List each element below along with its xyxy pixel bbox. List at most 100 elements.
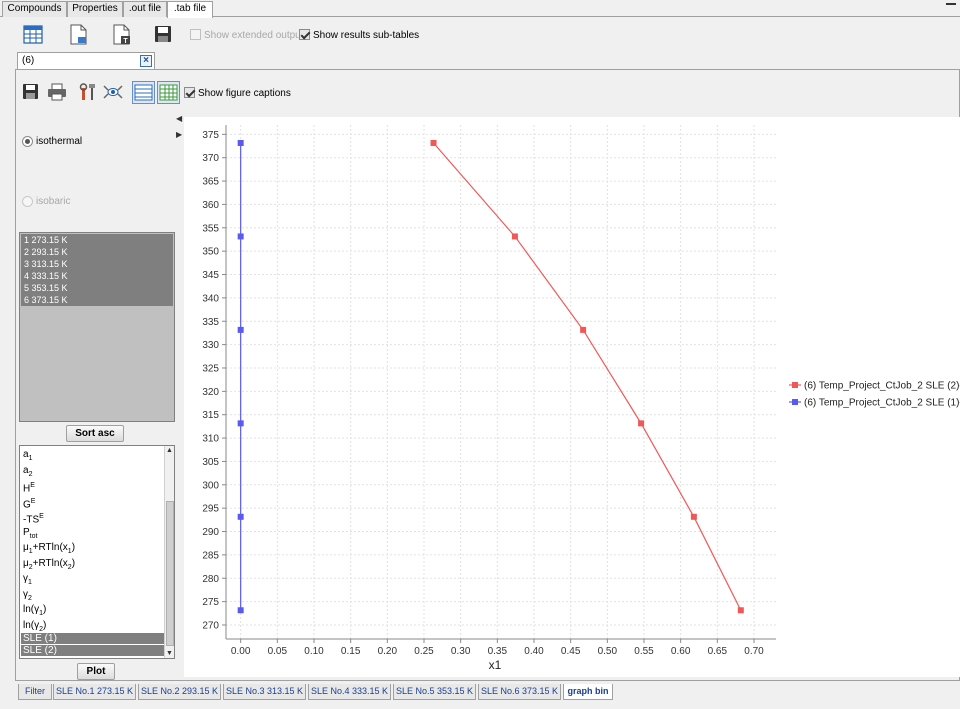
x-tick-label: 0.50 xyxy=(598,646,618,657)
x-tick-label: 0.10 xyxy=(304,646,324,657)
x-tick-label: 0.00 xyxy=(231,646,251,657)
document-text-icon[interactable]: T xyxy=(110,23,134,47)
temperature-list[interactable]: 1 273.15 K2 293.15 K3 313.15 K4 333.15 K… xyxy=(19,232,175,422)
series-point xyxy=(430,139,437,146)
isothermal-radio[interactable] xyxy=(22,136,33,147)
scrollbar-thumb[interactable] xyxy=(166,501,174,646)
property-item[interactable]: GE xyxy=(21,494,164,510)
x-tick-label: 0.55 xyxy=(634,646,654,657)
property-item[interactable]: a1 xyxy=(21,447,164,463)
property-item[interactable]: γ2 xyxy=(21,587,164,603)
sort-asc-button[interactable]: Sort asc xyxy=(66,425,124,442)
y-tick-label: 325 xyxy=(202,363,219,374)
document-tab[interactable]: (6) Temp_Project_CtJob_2.tab × xyxy=(17,52,155,82)
isobaric-radio[interactable] xyxy=(22,196,33,207)
property-item[interactable]: μ1+RTln(x1) xyxy=(21,540,164,556)
series-point xyxy=(511,233,518,240)
temperature-item[interactable]: 2 293.15 K xyxy=(21,246,173,258)
temperature-item[interactable]: 5 353.15 K xyxy=(21,282,173,294)
temperature-item[interactable]: 4 333.15 K xyxy=(21,270,173,282)
tab-compounds[interactable]: Compounds xyxy=(2,1,67,17)
tab-out-file[interactable]: .out file xyxy=(123,1,167,17)
series-point xyxy=(737,607,744,614)
x-tick-label: 0.15 xyxy=(341,646,361,657)
series-point xyxy=(237,233,244,240)
show-results-subtables-checkbox[interactable] xyxy=(299,29,310,40)
y-tick-label: 270 xyxy=(202,620,219,631)
document-export-icon[interactable] xyxy=(67,23,91,47)
tab-tab-file[interactable]: .tab file xyxy=(167,1,213,18)
property-item[interactable]: Ptot xyxy=(21,525,164,541)
x-tick-label: 0.20 xyxy=(378,646,398,657)
series-point xyxy=(237,607,244,614)
series-line xyxy=(433,142,742,611)
tab-sle-3[interactable]: SLE No.3 313.15 K xyxy=(223,684,306,700)
sle-chart: 0.00 0.05 0.10 0.15 0.20 0.25 0.30 0.35 0.40 0.45… xyxy=(202,125,960,672)
legend-marker xyxy=(792,382,798,388)
tab-properties[interactable]: Properties xyxy=(67,1,123,17)
y-tick-label: 300 xyxy=(202,480,219,491)
x-tick-label: 0.65 xyxy=(708,646,728,657)
scroll-up-icon[interactable]: ▲ xyxy=(166,447,173,454)
y-tick-label: 330 xyxy=(202,340,219,351)
y-tick-label: 340 xyxy=(202,293,219,304)
x-tick-label: 0.45 xyxy=(561,646,581,657)
tab-sle-6[interactable]: SLE No.6 373.15 K xyxy=(478,684,561,700)
y-tick-label: 275 xyxy=(202,597,219,608)
y-tick-label: 335 xyxy=(202,317,219,328)
legend-label: (6) Temp_Project_CtJob_2 SLE (1){x1} xyxy=(804,398,960,409)
legend-marker xyxy=(792,399,798,405)
tab-graph-bin[interactable]: graph bin xyxy=(563,684,613,700)
property-item[interactable]: μ2+RTln(x2) xyxy=(21,556,164,572)
property-item[interactable]: a2 xyxy=(21,463,164,479)
tab-sle-2[interactable]: SLE No.2 293.15 K xyxy=(138,684,221,700)
tab-sle-5[interactable]: SLE No.5 353.15 K xyxy=(393,684,476,700)
property-item[interactable]: -TSE xyxy=(21,509,164,525)
property-item-selected[interactable]: SLE (1) xyxy=(21,633,164,644)
y-tick-label: 280 xyxy=(202,574,219,585)
isobaric-label: isobaric xyxy=(36,196,71,207)
collapse-left-icon[interactable]: ◀ xyxy=(176,114,182,123)
series-point xyxy=(237,326,244,333)
show-extended-output-checkbox[interactable] xyxy=(190,29,201,40)
scroll-down-icon[interactable]: ▼ xyxy=(166,650,173,657)
y-tick-label: 320 xyxy=(202,387,219,398)
y-tick-label: 310 xyxy=(202,434,219,445)
x-axis-label: x1 xyxy=(489,658,502,672)
tab-filter[interactable]: Filter xyxy=(18,684,52,700)
x-tick-label: 0.40 xyxy=(524,646,544,657)
y-tick-label: 295 xyxy=(202,504,219,515)
temperature-item[interactable]: 6 373.15 K xyxy=(21,294,173,306)
x-tick-label: 0.70 xyxy=(744,646,764,657)
view-icon[interactable] xyxy=(102,82,124,102)
property-item-selected[interactable]: SLE (2) xyxy=(21,645,164,656)
plot-button[interactable]: Plot xyxy=(77,663,115,680)
property-item[interactable]: ln(γ2) xyxy=(21,618,164,634)
show-figure-captions-checkbox[interactable] xyxy=(184,87,195,98)
table-icon[interactable] xyxy=(22,23,46,47)
y-tick-label: 375 xyxy=(202,130,219,141)
expand-right-icon[interactable]: ▶ xyxy=(176,130,182,139)
property-item[interactable]: γ1 xyxy=(21,571,164,587)
isothermal-label: isothermal xyxy=(36,136,83,147)
temperature-item[interactable]: 1 273.15 K xyxy=(21,234,173,246)
tab-sle-4[interactable]: SLE No.4 333.15 K xyxy=(308,684,391,700)
y-tick-label: 305 xyxy=(202,457,219,468)
minimize-icon[interactable] xyxy=(946,3,956,5)
tab-sle-1[interactable]: SLE No.1 273.15 K xyxy=(53,684,136,700)
property-item[interactable]: HE xyxy=(21,478,164,494)
save-icon[interactable] xyxy=(153,24,177,48)
y-tick-label: 345 xyxy=(202,270,219,281)
property-item[interactable]: ln(γ1) xyxy=(21,602,164,618)
tools-icon[interactable] xyxy=(78,82,100,102)
y-tick-label: 365 xyxy=(202,177,219,188)
save-graph-icon[interactable] xyxy=(21,82,41,102)
close-icon[interactable]: × xyxy=(140,55,152,67)
grid-view-toggle-icon[interactable] xyxy=(157,81,180,104)
property-list[interactable]: a1 a2 HE GE -TSE Ptot μ1+RTln(x1) μ2+RTln(x2) γ1… xyxy=(19,445,175,659)
temperature-item[interactable]: 3 313.15 K xyxy=(21,258,173,270)
property-list-scrollbar[interactable]: ▲ ▼ xyxy=(164,446,174,658)
series-point xyxy=(690,513,697,520)
table-view-toggle-icon[interactable] xyxy=(132,81,155,104)
print-icon[interactable] xyxy=(46,82,68,102)
